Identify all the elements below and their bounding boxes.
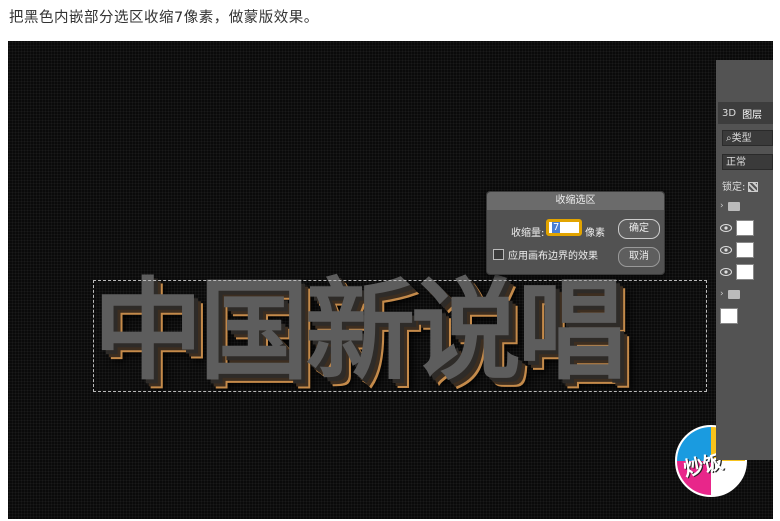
layer-thumbnail — [736, 264, 754, 280]
eye-icon[interactable] — [720, 268, 732, 276]
tab-layers[interactable]: 图层 — [742, 106, 762, 121]
layer-thumbnail — [736, 220, 754, 236]
eye-icon[interactable] — [720, 246, 732, 254]
layer-thumbnail — [720, 308, 738, 324]
layer-row[interactable]: › — [720, 284, 773, 304]
layer-row[interactable] — [720, 262, 773, 282]
contract-amount-label: 收缩量: — [511, 228, 545, 239]
photoshop-canvas[interactable]: 中国新说唱 收缩选区 收缩量: 7 像素 确定 应用画布边界的效果 取消 炒饭 — [8, 41, 773, 519]
contract-selection-dialog: 收缩选区 收缩量: 7 像素 确定 应用画布边界的效果 取消 — [486, 191, 665, 275]
layer-filter-search[interactable]: ⌕类型 — [722, 130, 773, 146]
layer-row[interactable] — [720, 306, 773, 326]
checkbox-box[interactable] — [493, 249, 504, 260]
eye-icon[interactable] — [720, 224, 732, 232]
selection-marquee — [93, 280, 707, 392]
lock-transparent-icon[interactable] — [748, 182, 759, 192]
ok-button[interactable]: 确定 — [618, 219, 660, 239]
panel-tabs: 3D 图层 — [718, 102, 773, 124]
layer-row[interactable] — [720, 240, 773, 260]
checkbox-label: 应用画布边界的效果 — [508, 251, 598, 262]
layers-panel: 3D 图层 ⌕类型 正常 锁定: › › — [716, 60, 773, 460]
chevron-right-icon[interactable]: › — [720, 201, 724, 211]
lock-row: 锁定: — [722, 178, 759, 193]
contract-amount-input[interactable]: 7 — [546, 219, 582, 236]
artwork-3d-text: 中国新说唱 — [93, 266, 713, 411]
layer-row[interactable] — [720, 218, 773, 238]
folder-icon — [727, 201, 740, 211]
blend-mode-select[interactable]: 正常 — [722, 154, 773, 170]
lock-label: 锁定: — [722, 182, 746, 193]
layer-row[interactable]: › — [720, 196, 773, 216]
dialog-title: 收缩选区 — [487, 192, 664, 210]
contract-amount-value: 7 — [552, 222, 561, 233]
tab-3d[interactable]: 3D — [722, 108, 736, 119]
layer-thumbnail — [736, 242, 754, 258]
caption-text: 把黑色内嵌部分选区收缩7像素，做蒙版效果。 — [9, 10, 319, 26]
folder-icon — [727, 289, 740, 299]
layer-filter-label: 类型 — [731, 133, 752, 144]
contract-unit-label: 像素 — [585, 228, 605, 239]
cancel-button[interactable]: 取消 — [618, 247, 660, 267]
apply-canvas-bounds-checkbox[interactable]: 应用画布边界的效果 — [493, 247, 598, 262]
chevron-right-icon[interactable]: › — [720, 289, 724, 299]
